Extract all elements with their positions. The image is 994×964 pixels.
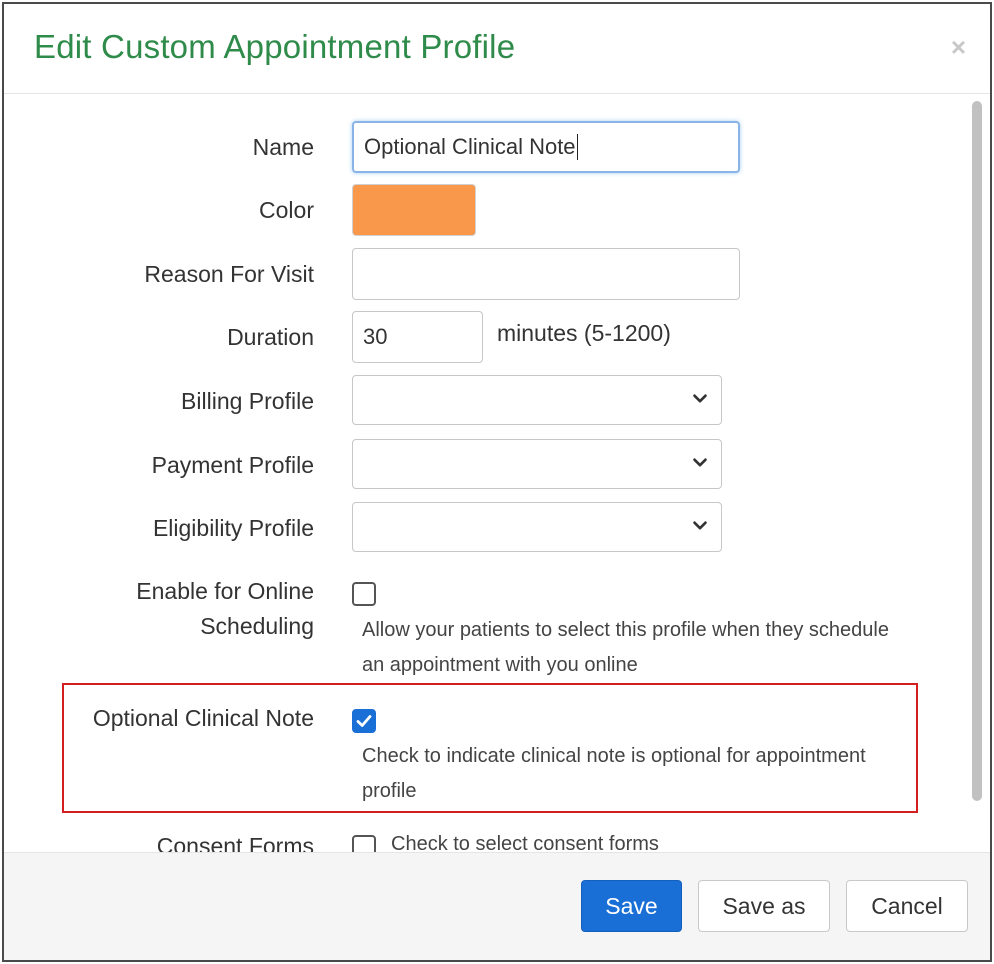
online-scheduling-hint-line1: Allow your patients to select this profi… bbox=[362, 619, 889, 641]
cancel-button[interactable]: Cancel bbox=[846, 880, 968, 932]
scrollbar[interactable] bbox=[970, 101, 984, 846]
consent-forms-checkbox[interactable] bbox=[352, 835, 376, 852]
payment-profile-select[interactable] bbox=[352, 439, 722, 489]
online-scheduling-hint-line2: an appointment with you online bbox=[362, 654, 638, 676]
name-label: Name bbox=[252, 134, 314, 160]
optional-clinical-note-hint-line1: Check to indicate clinical note is optio… bbox=[362, 745, 866, 767]
chevron-down-icon bbox=[693, 458, 707, 467]
eligibility-profile-label: Eligibility Profile bbox=[152, 515, 314, 541]
name-input[interactable]: Optional Clinical Note bbox=[352, 121, 740, 173]
optional-clinical-note-checkbox[interactable] bbox=[352, 709, 376, 733]
checkmark-icon bbox=[356, 715, 372, 727]
dialog-header: Edit Custom Appointment Profile × bbox=[4, 4, 990, 94]
optional-clinical-note-hint-line2: profile bbox=[362, 780, 417, 802]
save-button[interactable]: Save bbox=[581, 880, 682, 932]
consent-forms-label: Consent Forms bbox=[156, 833, 314, 852]
billing-profile-select[interactable] bbox=[352, 375, 722, 425]
color-swatch[interactable] bbox=[352, 184, 476, 236]
payment-profile-label: Payment Profile bbox=[151, 452, 314, 478]
name-input-value: Optional Clinical Note bbox=[364, 134, 576, 159]
dialog-title: Edit Custom Appointment Profile bbox=[34, 28, 516, 65]
reason-for-visit-input[interactable] bbox=[352, 248, 740, 300]
scrollbar-thumb[interactable] bbox=[972, 101, 982, 801]
online-scheduling-label-line1: Enable for Online bbox=[136, 578, 314, 604]
duration-unit: minutes (5-1200) bbox=[497, 320, 671, 346]
eligibility-profile-select[interactable] bbox=[352, 502, 722, 552]
duration-input[interactable]: 30 bbox=[352, 311, 483, 363]
consent-forms-hint: Check to select consent forms bbox=[391, 833, 659, 852]
text-caret bbox=[576, 134, 578, 160]
chevron-down-icon bbox=[693, 394, 707, 403]
color-label: Color bbox=[259, 197, 314, 223]
chevron-down-icon bbox=[693, 521, 707, 530]
online-scheduling-checkbox[interactable] bbox=[352, 582, 376, 606]
duration-input-value: 30 bbox=[363, 324, 388, 349]
billing-profile-label: Billing Profile bbox=[181, 388, 314, 414]
optional-clinical-note-label: Optional Clinical Note bbox=[92, 705, 314, 731]
duration-label: Duration bbox=[227, 324, 314, 350]
reason-label: Reason For Visit bbox=[144, 261, 314, 287]
online-scheduling-label-line2: Scheduling bbox=[200, 613, 314, 639]
close-icon[interactable]: × bbox=[951, 34, 966, 60]
dialog-footer: Save Save as Cancel bbox=[4, 852, 990, 960]
edit-profile-dialog: Edit Custom Appointment Profile × Name O… bbox=[2, 2, 992, 962]
save-as-button[interactable]: Save as bbox=[698, 880, 830, 932]
dialog-body[interactable]: Name Optional Clinical Note Color Reason… bbox=[4, 95, 990, 852]
